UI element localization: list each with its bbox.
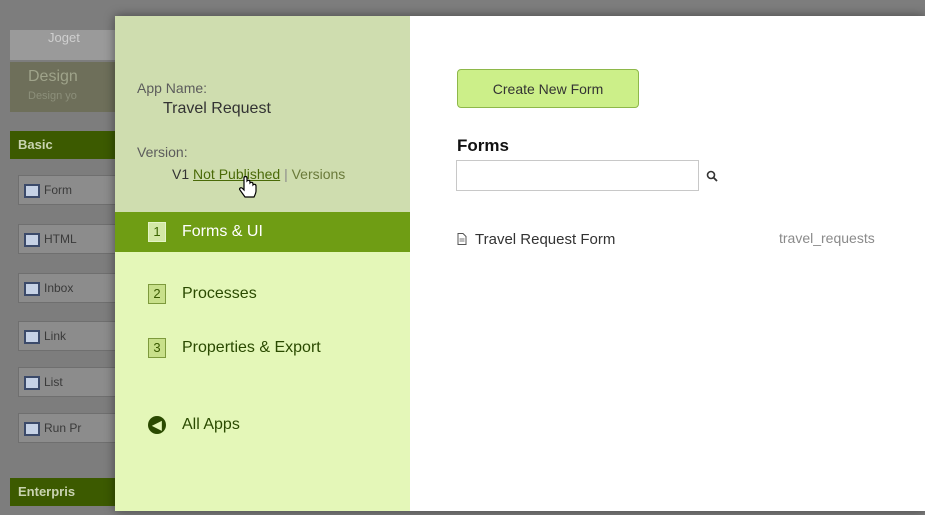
app-sidebar: App Name: Travel Request Version: V1 Not… xyxy=(115,16,410,511)
app-name: Travel Request xyxy=(163,100,271,117)
document-icon xyxy=(457,233,467,245)
nav-forms-ui[interactable]: 1 Forms & UI xyxy=(115,212,410,252)
not-published-link[interactable]: Not Published xyxy=(193,166,280,182)
bg-design-title: Design xyxy=(28,68,78,85)
inbox-icon xyxy=(24,282,40,296)
form-icon xyxy=(24,184,40,198)
forms-heading: Forms xyxy=(457,136,509,155)
bg-palette-label: Form xyxy=(44,183,72,197)
bg-design-subtitle: Design yo xyxy=(28,90,77,102)
app-info: App Name: Travel Request Version: V1 Not… xyxy=(115,16,410,212)
bg-palette-label: Run Pr xyxy=(44,421,82,435)
bg-palette-item: List xyxy=(18,367,116,397)
bg-palette-item: Link xyxy=(18,321,116,351)
all-apps-label: All Apps xyxy=(182,416,240,433)
bg-palette-item: Run Pr xyxy=(18,413,116,443)
all-apps-link[interactable]: ◀ All Apps xyxy=(148,416,240,434)
form-name: Travel Request Form xyxy=(475,230,616,248)
bg-section-basic: Basic xyxy=(10,131,120,159)
bg-palette-item: HTML xyxy=(18,224,116,254)
bg-palette-item: Inbox xyxy=(18,273,116,303)
nav-label: Forms & UI xyxy=(182,223,263,240)
nav-properties-export[interactable]: 3 Properties & Export xyxy=(115,328,410,368)
version-separator: | xyxy=(284,166,288,182)
nav-label: Properties & Export xyxy=(182,339,321,356)
html-icon xyxy=(24,233,40,247)
version-line: V1 Not Published | Versions xyxy=(172,166,345,182)
bg-palette-label: HTML xyxy=(44,232,77,246)
version-number: V1 xyxy=(172,166,190,182)
nav-number: 3 xyxy=(148,338,166,358)
back-arrow-icon: ◀ xyxy=(148,416,166,434)
bg-palette-label: Inbox xyxy=(44,281,74,295)
bg-palette-label: Link xyxy=(44,329,67,343)
nav-label: Processes xyxy=(182,285,257,302)
nav-number: 1 xyxy=(148,222,166,242)
bg-palette-item: Form xyxy=(18,175,116,205)
search-icon[interactable] xyxy=(706,170,718,182)
app-modal: App Name: Travel Request Version: V1 Not… xyxy=(115,16,925,511)
bg-section-enterprise: Enterpris xyxy=(10,478,120,506)
list-icon xyxy=(24,376,40,390)
versions-link[interactable]: Versions xyxy=(292,166,346,182)
forms-search-input[interactable] xyxy=(456,160,699,191)
bg-palette-label: List xyxy=(44,375,63,389)
app-name-label: App Name: xyxy=(137,80,208,96)
hand-cursor-icon xyxy=(239,176,257,198)
nav-processes[interactable]: 2 Processes xyxy=(115,274,410,314)
run-process-icon xyxy=(24,422,40,436)
nav-number: 2 xyxy=(148,284,166,304)
form-table-name: travel_requests xyxy=(779,230,875,246)
create-new-form-button[interactable]: Create New Form xyxy=(457,69,639,108)
bg-logo: Joget xyxy=(48,30,80,45)
version-label: Version: xyxy=(137,144,188,160)
bg-design-panel: Design Design yo xyxy=(10,62,120,112)
link-icon xyxy=(24,330,40,344)
